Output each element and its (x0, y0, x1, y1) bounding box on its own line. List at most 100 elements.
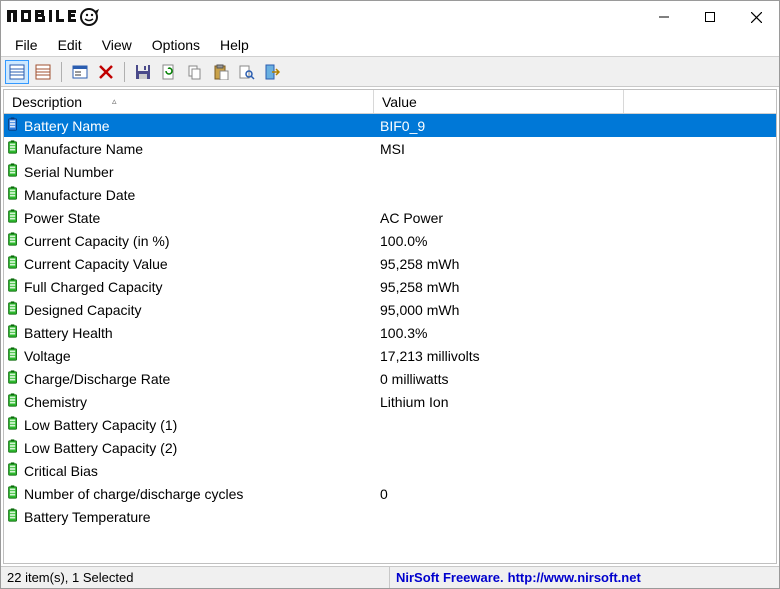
table-row[interactable]: Voltage17,213 millivolts (4, 344, 776, 367)
status-text: 22 item(s), 1 Selected (1, 567, 390, 588)
row-description-label: Power State (24, 210, 100, 226)
app-window: File Edit View Options Help (0, 0, 780, 589)
column-header-label: Value (382, 94, 417, 110)
battery-icon (6, 393, 24, 410)
toolbar-find-icon[interactable] (235, 60, 259, 84)
cell-description: Battery Health (4, 321, 374, 344)
row-value-label: 17,213 millivolts (380, 348, 480, 364)
menu-view[interactable]: View (92, 35, 142, 55)
status-credit: NirSoft Freeware. http://www.nirsoft.net (390, 567, 779, 588)
table-row[interactable]: Number of charge/discharge cycles 0 (4, 482, 776, 505)
table-row[interactable]: Low Battery Capacity (1) (4, 413, 776, 436)
menu-edit[interactable]: Edit (48, 35, 92, 55)
cell-description: Battery Name (4, 114, 374, 137)
table-row[interactable]: Manufacture Date (4, 183, 776, 206)
toolbar-view-list-icon[interactable] (31, 60, 55, 84)
cell-description: Chemistry (4, 390, 374, 413)
toolbar-refresh-icon[interactable] (157, 60, 181, 84)
row-value-label: MSI (380, 141, 405, 157)
column-header-description[interactable]: Description ▵ (4, 90, 374, 113)
table-row[interactable]: Full Charged Capacity 95,258 mWh (4, 275, 776, 298)
table-row[interactable]: Power State AC Power (4, 206, 776, 229)
toolbar-exit-icon[interactable] (261, 60, 285, 84)
menu-options[interactable]: Options (142, 35, 210, 55)
row-description-label: Low Battery Capacity (2) (24, 440, 177, 456)
battery-icon (6, 140, 24, 157)
cell-description: Battery Temperature (4, 505, 374, 528)
table-row[interactable]: Manufacture Name MSI (4, 137, 776, 160)
row-value-label: AC Power (380, 210, 443, 226)
row-description-label: Designed Capacity (24, 302, 142, 318)
table-row[interactable]: Battery Temperature (4, 505, 776, 528)
battery-icon (6, 508, 24, 525)
cell-description: Low Battery Capacity (1) (4, 413, 374, 436)
cell-value (374, 413, 624, 436)
table-row[interactable]: Battery NameBIF0_9 (4, 114, 776, 137)
cell-value: 0 (374, 482, 624, 505)
table-row[interactable]: Critical Bias (4, 459, 776, 482)
maximize-button[interactable] (687, 2, 733, 32)
toolbar-copy-icon[interactable] (183, 60, 207, 84)
row-value-label: 100.0% (380, 233, 427, 249)
credit-text: NirSoft Freeware. (396, 570, 504, 585)
row-description-label: Full Charged Capacity (24, 279, 163, 295)
row-description-label: Number of charge/discharge cycles (24, 486, 243, 502)
cell-value: 0 milliwatts (374, 367, 624, 390)
row-description-label: Battery Health (24, 325, 113, 341)
menu-file[interactable]: File (5, 35, 48, 55)
row-value-label: 95,258 mWh (380, 256, 459, 272)
listview: Description ▵ Value Battery NameBIF0_9Ma… (4, 90, 776, 563)
toolbar-delete-icon[interactable] (94, 60, 118, 84)
toolbar-properties-icon[interactable] (68, 60, 92, 84)
cell-description: Current Capacity (in %) (4, 229, 374, 252)
toolbar-separator (61, 62, 62, 82)
row-description-label: Serial Number (24, 164, 113, 180)
cell-description: Number of charge/discharge cycles (4, 482, 374, 505)
close-button[interactable] (733, 2, 779, 32)
battery-icon (6, 485, 24, 502)
battery-icon (6, 209, 24, 226)
titlebar (1, 1, 779, 33)
statusbar: 22 item(s), 1 Selected NirSoft Freeware.… (1, 566, 779, 588)
table-row[interactable]: Serial Number (4, 160, 776, 183)
toolbar-paste-icon[interactable] (209, 60, 233, 84)
cell-value (374, 505, 624, 528)
table-row[interactable]: Current Capacity Value 95,258 mWh (4, 252, 776, 275)
listview-body[interactable]: Battery NameBIF0_9 Manufacture Name MSI Ser… (4, 114, 776, 563)
cell-value (374, 160, 624, 183)
cell-value: 17,213 millivolts (374, 344, 624, 367)
row-value-label: 95,000 mWh (380, 302, 459, 318)
table-row[interactable]: Charge/Discharge Rate0 milliwatts (4, 367, 776, 390)
table-row[interactable]: Current Capacity (in %) 100.0% (4, 229, 776, 252)
battery-icon (6, 416, 24, 433)
credit-link[interactable]: http://www.nirsoft.net (508, 570, 641, 585)
battery-icon (6, 255, 24, 272)
row-description-label: Manufacture Name (24, 141, 143, 157)
table-row[interactable]: Battery Health 100.3% (4, 321, 776, 344)
row-value-label: 100.3% (380, 325, 427, 341)
toolbar-save-icon[interactable] (131, 60, 155, 84)
cell-value (374, 436, 624, 459)
cell-value: AC Power (374, 206, 624, 229)
row-description-label: Current Capacity Value (24, 256, 168, 272)
menu-help[interactable]: Help (210, 35, 259, 55)
app-logo (7, 7, 127, 27)
row-description-label: Manufacture Date (24, 187, 135, 203)
cell-value: 95,258 mWh (374, 275, 624, 298)
minimize-button[interactable] (641, 2, 687, 32)
toolbar-separator (124, 62, 125, 82)
cell-description: Full Charged Capacity (4, 275, 374, 298)
cell-value: 95,000 mWh (374, 298, 624, 321)
table-row[interactable]: Low Battery Capacity (2) (4, 436, 776, 459)
cell-value: BIF0_9 (374, 114, 624, 137)
battery-icon (6, 324, 24, 341)
battery-icon (6, 370, 24, 387)
column-header-value[interactable]: Value (374, 90, 624, 113)
table-row[interactable]: Designed Capacity 95,000 mWh (4, 298, 776, 321)
sort-ascending-icon: ▵ (112, 96, 117, 107)
column-headers: Description ▵ Value (4, 90, 776, 114)
table-row[interactable]: ChemistryLithium Ion (4, 390, 776, 413)
battery-icon (6, 232, 24, 249)
cell-description: Low Battery Capacity (2) (4, 436, 374, 459)
toolbar-view-details-icon[interactable] (5, 60, 29, 84)
